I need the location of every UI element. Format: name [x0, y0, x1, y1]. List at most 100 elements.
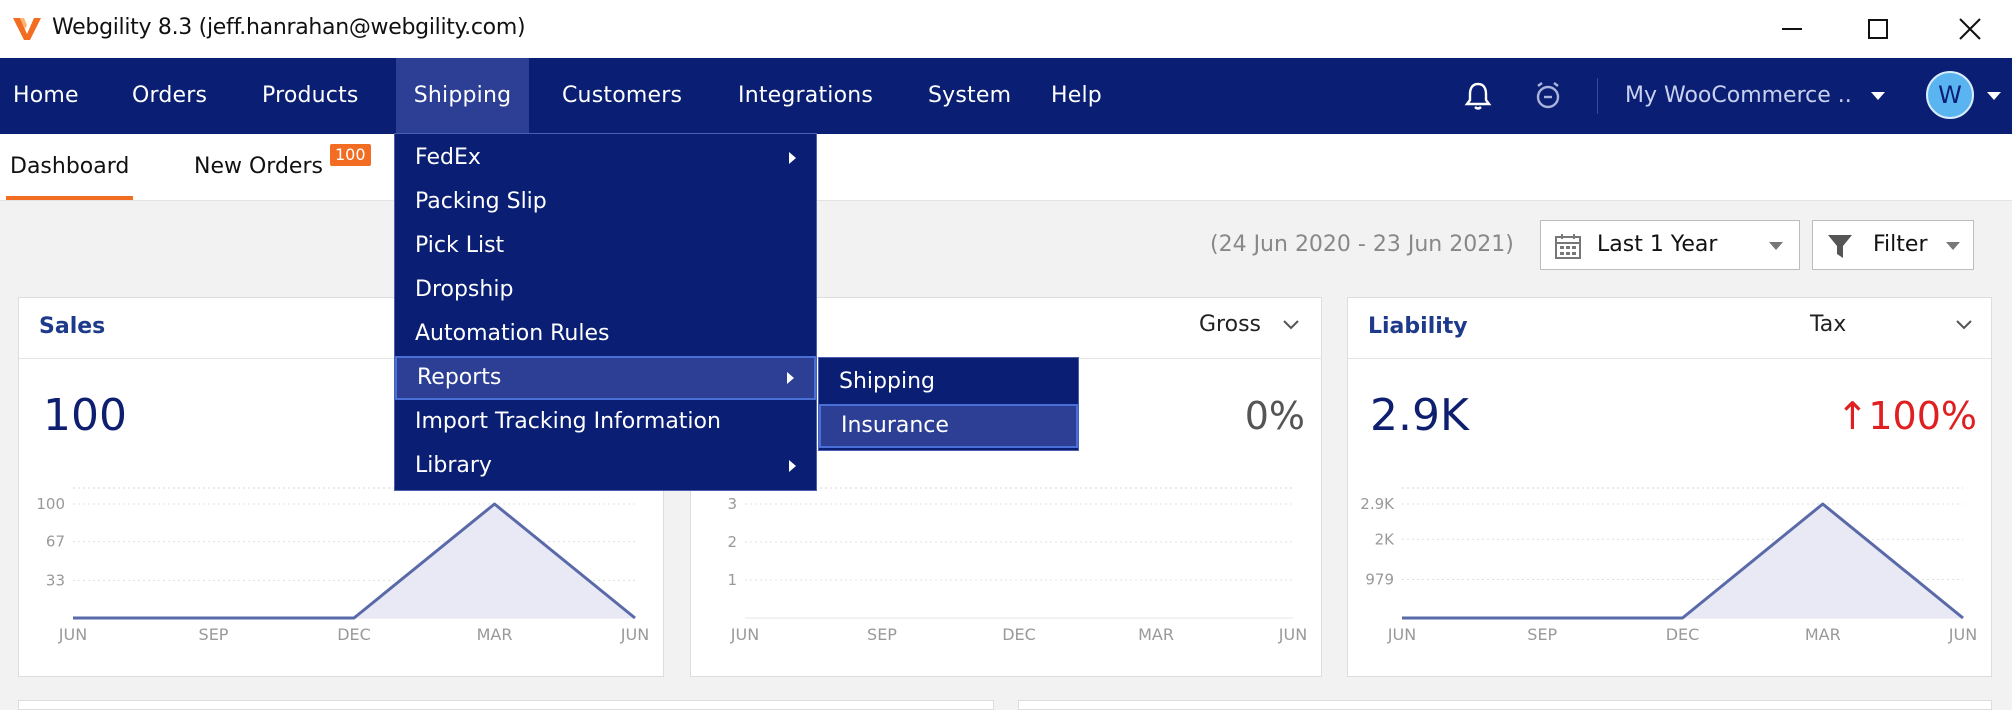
card-title: Sales	[39, 314, 106, 339]
store-selector[interactable]: My WooCommerce ..	[1625, 58, 1852, 134]
menu-item-label: Import Tracking Information	[415, 409, 721, 434]
x-tick-label: SEP	[199, 625, 229, 644]
nav-separator	[1597, 78, 1598, 114]
menu-item-pick-list[interactable]: Pick List	[395, 224, 816, 268]
x-tick-label: JUN	[730, 625, 759, 644]
period-label: Last 1 Year	[1597, 232, 1718, 257]
filter-icon	[1828, 235, 1852, 258]
menu-item-label: FedEx	[415, 145, 481, 170]
sales-value: 100	[43, 390, 127, 441]
card-header: Liability Tax	[1348, 298, 1991, 359]
menu-item-import-tracking[interactable]: Import Tracking Information	[395, 400, 816, 444]
nav-customers[interactable]: Customers	[562, 58, 682, 134]
gross-percent: 0%	[1244, 394, 1305, 438]
y-tick-label: 67	[46, 533, 65, 551]
liability-value: 2.9K	[1370, 390, 1469, 441]
avatar-caret-icon[interactable]	[1987, 92, 2001, 100]
chevron-down-icon	[1769, 242, 1783, 250]
submenu-arrow-icon	[789, 152, 796, 164]
nav-help[interactable]: Help	[1051, 58, 1102, 134]
x-tick-label: SEP	[1527, 625, 1557, 644]
menu-item-label: Packing Slip	[415, 189, 547, 214]
window-title: Webgility 8.3 (jeff.hanrahan@webgility.c…	[52, 15, 526, 40]
menu-item-reports[interactable]: Reports	[395, 356, 816, 400]
x-tick-label: DEC	[337, 625, 371, 644]
menu-item-library[interactable]: Library	[395, 444, 816, 488]
title-bar: Webgility 8.3 (jeff.hanrahan@webgility.c…	[0, 0, 2012, 58]
nav-products[interactable]: Products	[262, 58, 359, 134]
submenu-arrow-icon	[787, 372, 794, 384]
chevron-down-icon[interactable]	[1956, 320, 1972, 330]
chevron-down-icon	[1946, 242, 1960, 250]
submenu-arrow-icon	[789, 460, 796, 472]
x-tick-label: MAR	[1138, 625, 1174, 644]
x-tick-label: JUN	[58, 625, 87, 644]
main-nav: Home Orders Products Shipping Customers …	[0, 58, 2012, 134]
x-tick-label: JUN	[620, 625, 649, 644]
submenu-item-insurance[interactable]: Insurance	[819, 404, 1078, 448]
reports-submenu: Shipping Insurance	[818, 357, 1079, 451]
y-tick-label: 33	[46, 571, 65, 589]
gross-selector[interactable]: Gross	[1199, 312, 1261, 337]
y-tick-label: 100	[36, 495, 65, 513]
tab-dashboard[interactable]: Dashboard	[5, 134, 134, 200]
bottom-card-right	[1018, 700, 1992, 710]
submenu-item-shipping[interactable]: Shipping	[819, 360, 1078, 404]
chevron-down-icon[interactable]	[1283, 320, 1299, 330]
alarm-clock-icon[interactable]	[1530, 78, 1566, 114]
menu-item-label: Reports	[417, 365, 502, 390]
y-tick-label: 979	[1365, 571, 1394, 589]
y-tick-label: 2	[727, 533, 737, 551]
filter-dropdown[interactable]: Filter	[1812, 220, 1974, 270]
new-orders-badge: 100	[330, 144, 371, 166]
y-tick-label: 2.9K	[1360, 495, 1395, 513]
sales-chart: 33 67 100 JUN SEP DEC MAR JUN	[36, 487, 649, 644]
calendar-icon	[1555, 234, 1581, 259]
store-caret-icon[interactable]	[1871, 92, 1885, 100]
nav-home[interactable]: Home	[13, 58, 79, 134]
close-icon[interactable]	[1940, 8, 2000, 50]
x-tick-label: MAR	[477, 625, 513, 644]
liability-selector[interactable]: Tax	[1810, 312, 1846, 337]
card-title: Liability	[1368, 314, 1468, 339]
x-tick-label: MAR	[1805, 625, 1841, 644]
bottom-card-left	[18, 700, 994, 710]
series-area	[73, 504, 635, 618]
liability-chart: 979 2K 2.9K JUN SEP DEC MAR JUN	[1360, 487, 1977, 644]
menu-item-fedex[interactable]: FedEx	[395, 136, 816, 180]
y-tick-label: 3	[727, 495, 737, 513]
x-tick-label: DEC	[1666, 625, 1700, 644]
tab-new-orders[interactable]: New Orders	[194, 134, 323, 200]
webgility-logo-icon	[13, 18, 41, 40]
nav-shipping[interactable]: Shipping	[396, 58, 529, 134]
menu-item-automation-rules[interactable]: Automation Rules	[395, 312, 816, 356]
x-tick-label: SEP	[867, 625, 897, 644]
liability-percent: ↑100%	[1836, 394, 1977, 438]
nav-integrations[interactable]: Integrations	[738, 58, 873, 134]
gross-chart: 1 2 3 JUN SEP DEC MAR JUN	[727, 487, 1307, 644]
x-tick-label: JUN	[1948, 625, 1977, 644]
nav-system[interactable]: System	[928, 58, 1011, 134]
nav-orders[interactable]: Orders	[132, 58, 207, 134]
shipping-menu: FedEx Packing Slip Pick List Dropship Au…	[394, 133, 817, 491]
avatar[interactable]: W	[1926, 71, 1974, 119]
menu-item-label: Pick List	[415, 233, 505, 258]
tab-bar: Dashboard New Orders 100	[0, 134, 2012, 201]
menu-item-dropship[interactable]: Dropship	[395, 268, 816, 312]
maximize-icon[interactable]	[1848, 8, 1908, 50]
menu-item-label: Dropship	[415, 277, 514, 302]
menu-item-label: Shipping	[839, 369, 935, 394]
menu-item-packing-slip[interactable]: Packing Slip	[395, 180, 816, 224]
period-dropdown[interactable]: Last 1 Year	[1540, 220, 1800, 270]
x-tick-label: JUN	[1387, 625, 1416, 644]
x-tick-label: DEC	[1002, 625, 1036, 644]
bell-icon[interactable]	[1460, 78, 1496, 114]
x-tick-label: JUN	[1278, 625, 1307, 644]
series-area	[1402, 504, 1963, 618]
liability-card: Liability Tax 2.9K ↑100% 979 2K 2.9K JUN SEP…	[1347, 297, 1992, 677]
date-range-text: (24 Jun 2020 - 23 Jun 2021)	[1210, 232, 1514, 257]
menu-item-label: Automation Rules	[415, 321, 610, 346]
y-tick-label: 1	[727, 571, 737, 589]
minimize-icon[interactable]	[1762, 8, 1822, 50]
y-tick-label: 2K	[1375, 530, 1396, 548]
